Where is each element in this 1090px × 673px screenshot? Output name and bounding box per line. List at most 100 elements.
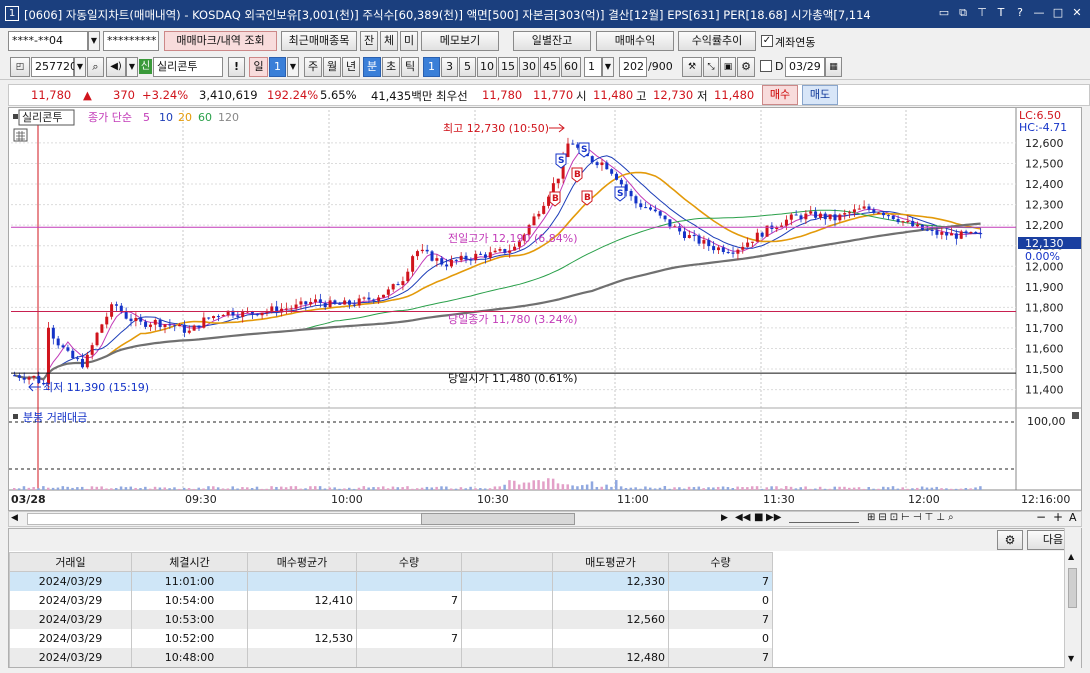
price-chart[interactable]: SSBBB S 11,40011,50011,60011,70011,80011,…	[9, 108, 1081, 510]
minute-3-button[interactable]: 3	[441, 57, 458, 77]
table-row[interactable]: 2024/03/29 10:52:00 12,530 7 0	[9, 628, 773, 648]
minimize-icon[interactable]: —	[1032, 6, 1046, 20]
date-input[interactable]: 03/29	[785, 57, 825, 77]
drawing-tools-icon[interactable]: ⊞⊟⊡⊢⊣⊤⊥⌕	[867, 512, 957, 523]
col-sell-avg[interactable]: 매도평균가	[552, 552, 669, 572]
stock-code-input[interactable]: 257720	[31, 57, 77, 77]
chevron-down-icon[interactable]: ▼	[88, 31, 100, 51]
minute-15-button[interactable]: 15	[498, 57, 518, 77]
maximize-icon[interactable]: □	[1051, 6, 1065, 20]
chevron-down-icon[interactable]: ▼	[602, 57, 614, 77]
cell-buy: 12,530	[247, 628, 357, 648]
scroll-thumb[interactable]	[421, 513, 575, 525]
trendline-icon[interactable]: ⤡	[703, 57, 719, 77]
table-row[interactable]: 2024/03/29 10:53:00 12,560 7	[9, 609, 773, 629]
chart-settings-icon[interactable]: ◰	[10, 57, 30, 77]
candle-body	[381, 294, 385, 298]
minute-45-button[interactable]: 45	[540, 57, 560, 77]
period-month-button[interactable]: 월	[323, 57, 341, 77]
col-sell-qty[interactable]: 수량	[668, 552, 773, 572]
account-select[interactable]: ****-**04	[8, 31, 88, 51]
candle-body	[668, 219, 672, 227]
period-year-button[interactable]: 년	[342, 57, 360, 77]
restore-layout-icon[interactable]: ▭	[937, 6, 951, 20]
chart-area[interactable]: SSBBBS 11,400 11,500 11,600 11,700 11,800 11,…	[8, 107, 1082, 511]
tab-executed[interactable]: 체	[380, 31, 398, 51]
font-size-icon[interactable]: T	[994, 6, 1008, 20]
chevron-down-icon[interactable]: ▼	[126, 57, 138, 77]
credit-badge: 신	[139, 59, 152, 74]
tab-unexecuted[interactable]: 미	[400, 31, 418, 51]
interval-input[interactable]: 1	[584, 57, 602, 77]
gear-icon[interactable]: ⚙	[737, 57, 755, 77]
period-minute-button[interactable]: 분	[363, 57, 381, 77]
scroll-left-icon[interactable]: ◀	[11, 513, 18, 523]
profit-trend-button[interactable]: 수익률추이	[678, 31, 756, 51]
chevron-down-icon[interactable]: ▼	[74, 57, 86, 77]
col-exec-time[interactable]: 체결시간	[131, 552, 248, 572]
period-day-button[interactable]: 일	[249, 57, 268, 77]
tab-balance[interactable]: 잔	[360, 31, 378, 51]
close-icon[interactable]: ✕	[1070, 6, 1084, 20]
period-tick-button[interactable]: 틱	[401, 57, 419, 77]
help-icon[interactable]: ?	[1013, 6, 1027, 20]
panel-close-icon[interactable]	[1072, 412, 1079, 419]
candle-body	[721, 247, 725, 253]
account-link-checkbox[interactable]: ✓	[761, 35, 773, 47]
volume-bar	[809, 488, 812, 490]
tools-icon[interactable]: ⚒	[682, 57, 702, 77]
gear-icon[interactable]: ⚙	[997, 530, 1023, 550]
candle-body	[950, 233, 954, 236]
trade-mark-button[interactable]: 매매마크/내역 조회	[164, 31, 277, 51]
table-row[interactable]: 2024/03/29 10:54:00 12,410 7 0	[9, 590, 773, 610]
app-icon: 1	[5, 6, 19, 21]
minute-60-button[interactable]: 60	[561, 57, 581, 77]
period-week-button[interactable]: 주	[304, 57, 322, 77]
bar-count-input[interactable]: 202	[619, 57, 647, 77]
pin-icon[interactable]: ⊤	[975, 6, 989, 20]
sell-button[interactable]: 매도	[802, 85, 838, 105]
table-row[interactable]: 2024/03/29 11:01:00 12,330 7	[9, 571, 773, 591]
font-icon[interactable]: A	[1069, 511, 1077, 524]
scroll-down-icon[interactable]: ▼	[1068, 654, 1074, 663]
period-second-button[interactable]: 초	[382, 57, 400, 77]
date-checkbox[interactable]	[760, 60, 772, 72]
scroll-right-icon[interactable]: ▶	[721, 513, 728, 523]
password-field[interactable]: *********	[103, 31, 159, 51]
save-icon[interactable]: ▣	[720, 57, 736, 77]
memo-button[interactable]: 메모보기	[421, 31, 499, 51]
scroll-up-icon[interactable]: ▲	[1068, 552, 1074, 561]
trade-profit-button[interactable]: 매매수익	[596, 31, 674, 51]
col-buy-qty[interactable]: 수량	[356, 552, 462, 572]
buy-button[interactable]: 매수	[762, 85, 798, 105]
candle-body	[163, 324, 167, 327]
vertical-scrollbar[interactable]: ▲ ▼	[1064, 528, 1081, 668]
zoom-out-icon[interactable]: −	[1036, 510, 1046, 524]
step-forward-icon[interactable]: ▶▶	[766, 512, 781, 523]
window-cascade-icon[interactable]: ⧉	[956, 6, 970, 20]
alert-button[interactable]: !	[228, 57, 245, 77]
search-icon[interactable]: ⌕	[87, 57, 104, 77]
daily-balance-button[interactable]: 일별잔고	[513, 31, 591, 51]
chevron-down-icon[interactable]: ▼	[287, 57, 299, 77]
stop-icon[interactable]: ■	[754, 512, 763, 523]
minute-1-button[interactable]: 1	[423, 57, 440, 77]
step-back-icon[interactable]: ◀◀	[735, 512, 750, 523]
minute-10-button[interactable]: 10	[477, 57, 497, 77]
minute-30-button[interactable]: 30	[519, 57, 539, 77]
vertical-scroll-thumb[interactable]	[1068, 568, 1077, 608]
recent-trades-button[interactable]: 최근매매종목	[281, 31, 357, 51]
volume-bar	[566, 484, 569, 490]
period-day-count[interactable]: 1	[269, 57, 286, 77]
minute-5-button[interactable]: 5	[459, 57, 476, 77]
candle-body	[182, 324, 186, 333]
calendar-icon[interactable]: ▦	[825, 57, 842, 77]
chart-scroll-bar[interactable]: ◀ ▶ ◀◀ ■ ▶▶ ⊞⊟⊡⊢⊣⊤⊥⌕ − + A	[8, 510, 1082, 527]
col-buy-avg[interactable]: 매수평균가	[247, 552, 357, 572]
zoom-in-icon[interactable]: +	[1053, 510, 1063, 524]
volume-bar	[323, 488, 327, 490]
speaker-icon[interactable]: ◀)	[106, 57, 126, 77]
zoom-slider[interactable]	[789, 513, 859, 523]
table-row[interactable]: 2024/03/29 10:48:00 12,480 7	[9, 647, 773, 667]
col-trade-date[interactable]: 거래일	[9, 552, 132, 572]
